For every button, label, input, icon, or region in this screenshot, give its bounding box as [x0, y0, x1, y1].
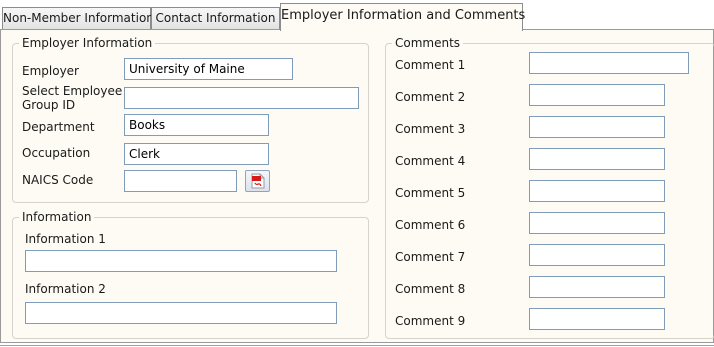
comment-6-label: Comment 6	[395, 218, 466, 232]
comment-3-field[interactable]	[529, 116, 665, 138]
comment-3-label: Comment 3	[395, 122, 466, 136]
comment-5-field[interactable]	[529, 180, 665, 202]
information-1-label: Information 1	[25, 232, 106, 246]
employer-label: Employer	[22, 64, 79, 78]
comment-8-label: Comment 8	[395, 282, 466, 296]
pdf-document-icon	[246, 173, 269, 189]
employer-information-legend: Employer Information	[19, 36, 156, 50]
comment-2-field[interactable]	[529, 84, 665, 106]
information-1-field[interactable]	[25, 250, 337, 272]
tab-employer-information-and-comments[interactable]: Employer Information and Comments	[280, 3, 525, 31]
comment-9-label: Comment 9	[395, 314, 466, 328]
employer-field[interactable]	[124, 58, 293, 80]
comment-9-field[interactable]	[529, 308, 665, 330]
comment-1-field[interactable]	[529, 52, 689, 74]
comment-1-label: Comment 1	[395, 58, 466, 72]
department-field[interactable]	[124, 114, 269, 136]
occupation-field[interactable]	[124, 143, 269, 165]
bottom-divider	[0, 345, 714, 346]
comment-4-field[interactable]	[529, 148, 665, 170]
comment-8-field[interactable]	[529, 276, 665, 298]
tab-strip: Non-Member Information Contact Informati…	[0, 0, 714, 31]
information-legend: Information	[19, 210, 95, 224]
select-employee-group-id-label: Select Employee Group ID	[22, 84, 123, 112]
comment-4-label: Comment 4	[395, 154, 466, 168]
department-label: Department	[22, 120, 95, 134]
information-2-label: Information 2	[25, 282, 106, 296]
comment-7-field[interactable]	[529, 244, 665, 266]
tab-panel: Employer Information Employer Select Emp…	[0, 29, 714, 343]
comment-5-label: Comment 5	[395, 186, 466, 200]
naics-code-field[interactable]	[124, 170, 237, 192]
comment-7-label: Comment 7	[395, 250, 466, 264]
comment-2-label: Comment 2	[395, 90, 466, 104]
occupation-label: Occupation	[22, 146, 91, 160]
employee-group-id-field[interactable]	[124, 87, 359, 109]
comment-6-field[interactable]	[529, 212, 665, 234]
comments-legend: Comments	[392, 36, 464, 50]
naics-code-label: NAICS Code	[22, 173, 94, 187]
information-2-field[interactable]	[25, 302, 337, 324]
tab-contact-information[interactable]: Contact Information	[151, 7, 280, 30]
tab-non-member-information[interactable]: Non-Member Information	[2, 7, 154, 30]
naics-lookup-button[interactable]	[245, 170, 270, 192]
